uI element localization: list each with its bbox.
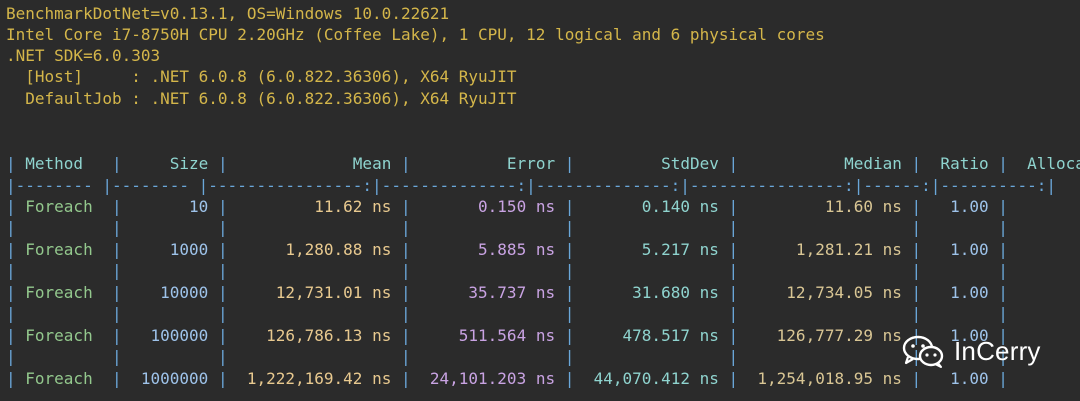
cell-size: 10 bbox=[131, 197, 218, 216]
col-header-stddev: StdDev bbox=[584, 154, 729, 173]
table-row: | Foreach | 10000 | 12,731.01 ns | 35.73… bbox=[6, 282, 1080, 303]
table-blank-row: | | | | | | | | | bbox=[6, 218, 1018, 237]
cell-mean: 126,786.13 ns bbox=[237, 326, 401, 345]
cell-size: 1000000 bbox=[131, 369, 218, 388]
watermark: InCerry bbox=[900, 330, 1041, 372]
cell-mean: 12,731.01 ns bbox=[237, 283, 401, 302]
cell-error: 0.150 ns bbox=[420, 197, 565, 216]
cell-mean: 11.62 ns bbox=[237, 197, 401, 216]
table-row: | Foreach | 1000 | 1,280.88 ns | 5.885 n… bbox=[6, 239, 1080, 260]
table-blank-row: | | | | | | | | | bbox=[6, 304, 1018, 323]
cell-size: 10000 bbox=[131, 283, 218, 302]
env-line-sdk: .NET SDK=6.0.303 bbox=[6, 46, 161, 65]
cell-stddev: 478.517 ns bbox=[584, 326, 729, 345]
cell-median: 126,777.29 ns bbox=[747, 326, 912, 345]
env-line-benchmarkdotnet: BenchmarkDotNet=v0.13.1, OS=Windows 10.0… bbox=[6, 4, 450, 23]
cell-allocated: - bbox=[1018, 283, 1080, 302]
cell-stddev: 44,070.412 ns bbox=[584, 369, 729, 388]
cell-method: Foreach bbox=[25, 240, 112, 259]
cell-median: 12,734.05 ns bbox=[747, 283, 912, 302]
cell-ratio: 1.00 bbox=[930, 240, 999, 259]
col-header-ratio: Ratio bbox=[930, 154, 999, 173]
cell-method: Foreach bbox=[25, 283, 112, 302]
cell-error: 24,101.203 ns bbox=[420, 369, 565, 388]
table-header-row: | Method | Size | Mean | Error | StdDev … bbox=[6, 153, 1080, 174]
cell-median: 1,281.21 ns bbox=[747, 240, 912, 259]
col-header-method: Method bbox=[25, 154, 112, 173]
watermark-text: InCerry bbox=[954, 335, 1041, 366]
cell-ratio: 1.00 bbox=[930, 283, 999, 302]
cell-method: Foreach bbox=[25, 326, 112, 345]
col-header-error: Error bbox=[420, 154, 565, 173]
table-separator: |-------- |-------- |----------------:|-… bbox=[6, 176, 1056, 195]
env-line-defaultjob: DefaultJob : .NET 6.0.8 (6.0.822.36306),… bbox=[6, 89, 517, 108]
cell-size: 1000 bbox=[131, 240, 218, 259]
col-header-allocated: Allocated bbox=[1027, 154, 1080, 173]
cell-allocated: - bbox=[1018, 197, 1080, 216]
col-header-median: Median bbox=[747, 154, 912, 173]
cell-error: 511.564 ns bbox=[420, 326, 565, 345]
cell-method: Foreach bbox=[25, 369, 112, 388]
table-row: | Foreach | 10 | 11.62 ns | 0.150 ns | 0… bbox=[6, 196, 1080, 217]
terminal-window: BenchmarkDotNet=v0.13.1, OS=Windows 10.0… bbox=[0, 0, 1080, 401]
cell-median: 11.60 ns bbox=[747, 197, 912, 216]
col-header-size: Size bbox=[131, 154, 218, 173]
cell-ratio: 1.00 bbox=[930, 197, 999, 216]
cell-stddev: 0.140 ns bbox=[584, 197, 729, 216]
env-line-host: [Host] : .NET 6.0.8 (6.0.822.36306), X64… bbox=[6, 67, 517, 86]
cell-stddev: 5.217 ns bbox=[584, 240, 729, 259]
cell-mean: 1,280.88 ns bbox=[237, 240, 401, 259]
wechat-icon bbox=[902, 335, 944, 368]
table-blank-row: | | | | | | | | | bbox=[6, 261, 1018, 280]
env-line-cpu: Intel Core i7-8750H CPU 2.20GHz (Coffee … bbox=[6, 25, 825, 44]
cell-size: 100000 bbox=[131, 326, 218, 345]
col-header-mean: Mean bbox=[237, 154, 401, 173]
cell-allocated: - bbox=[1018, 240, 1080, 259]
cell-error: 5.885 ns bbox=[420, 240, 565, 259]
cell-stddev: 31.680 ns bbox=[584, 283, 729, 302]
cell-error: 35.737 ns bbox=[420, 283, 565, 302]
cell-method: Foreach bbox=[25, 197, 112, 216]
cell-mean: 1,222,169.42 ns bbox=[237, 369, 401, 388]
cell-median: 1,254,018.95 ns bbox=[747, 369, 912, 388]
